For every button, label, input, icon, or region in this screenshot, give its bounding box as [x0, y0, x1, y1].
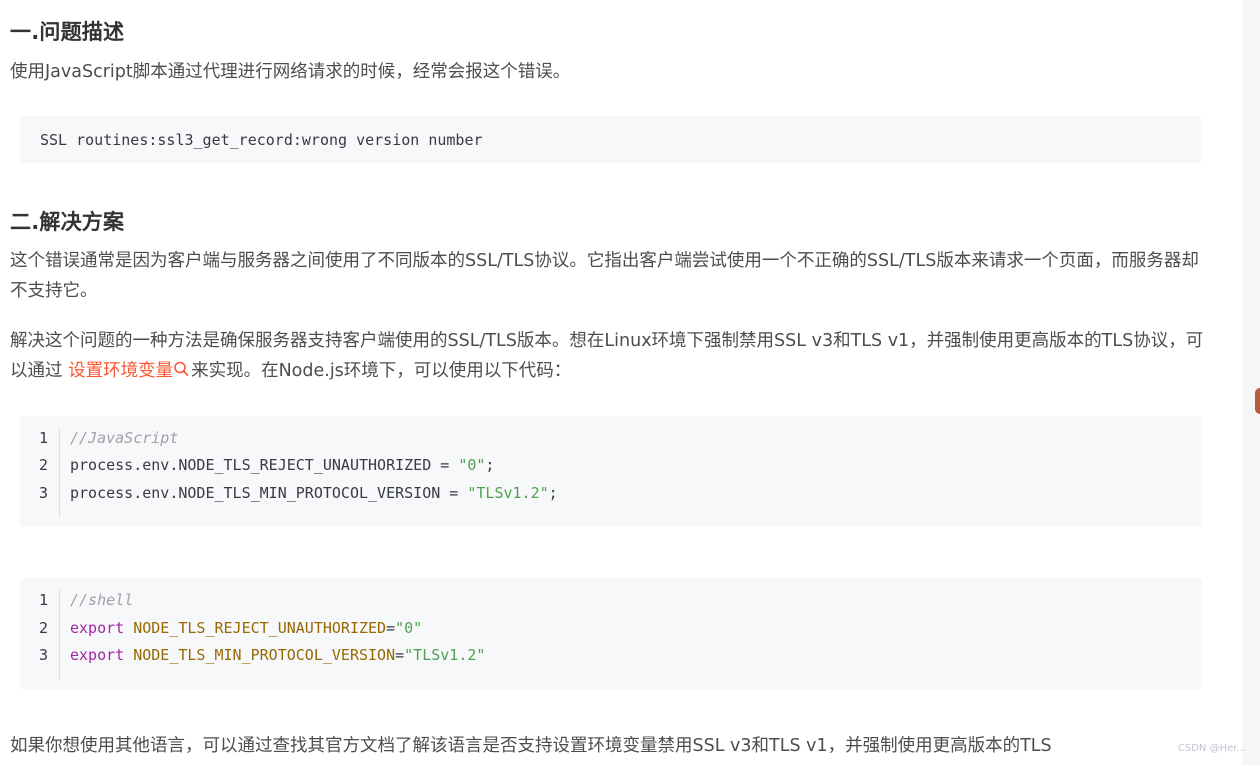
code-statement: process.env.NODE_TLS_MIN_PROTOCOL_VERSIO… [70, 484, 468, 502]
code-line: 3 process.env.NODE_TLS_MIN_PROTOCOL_VERS… [20, 480, 1200, 507]
shell-code-block: 1 //shell 2 export NODE_TLS_REJECT_UNAUT… [20, 578, 1202, 690]
code-line: 2 export NODE_TLS_REJECT_UNAUTHORIZED="0… [20, 615, 1200, 642]
page-right-gutter [1242, 0, 1260, 765]
code-operator: = [395, 646, 405, 664]
code-string: "TLSv1.2" [467, 484, 549, 502]
code-line: 1 //shell [20, 587, 1200, 614]
code-keyword: export [70, 646, 125, 664]
code-variable: NODE_TLS_REJECT_UNAUTHORIZED [133, 619, 387, 637]
error-code-block: SSL routines:ssl3_get_record:wrong versi… [20, 116, 1202, 163]
line-number: 1 [38, 429, 48, 447]
code-line: 1 //JavaScript [20, 425, 1200, 452]
line-number: 3 [38, 484, 48, 502]
env-variable-link-text: 设置环境变量 [68, 361, 174, 381]
heading-problem: 一.问题描述 [10, 20, 125, 44]
code-string: "TLSv1.2" [404, 646, 486, 664]
code-semicolon: ; [485, 456, 495, 474]
code-line: 2 process.env.NODE_TLS_REJECT_UNAUTHORIZ… [20, 452, 1200, 479]
heading-solution: 二.解决方案 [10, 210, 125, 234]
js-code-block: 1 //JavaScript 2 process.env.NODE_TLS_RE… [20, 416, 1202, 527]
code-string: "0" [458, 456, 486, 474]
env-variable-link[interactable]: 设置环境变量 [68, 361, 191, 381]
error-code-text: SSL routines:ssl3_get_record:wrong versi… [40, 131, 483, 149]
code-comment: //shell [70, 591, 134, 609]
line-number: 2 [38, 619, 48, 637]
code-comment: //JavaScript [70, 429, 179, 447]
code-text: process.env.NODE_TLS_REJECT_UNAUTHORIZED… [70, 452, 494, 479]
paragraph-solution-2-end: 来实现。在Node.js环境下，可以使用以下代码： [191, 361, 572, 381]
line-number: 3 [38, 646, 48, 664]
line-number: 2 [38, 456, 48, 474]
paragraph-problem: 使用JavaScript脚本通过代理进行网络请求的时候，经常会报这个错误。 [10, 62, 571, 82]
paragraph-solution-1: 这个错误通常是因为客户端与服务器之间使用了不同版本的SSL/TLS协议。它指出客… [10, 251, 1199, 301]
code-string: "0" [395, 619, 423, 637]
watermark: CSDN @Her... [1177, 743, 1246, 754]
code-operator: = [386, 619, 396, 637]
code-semicolon: ; [548, 484, 558, 502]
code-text: export NODE_TLS_MIN_PROTOCOL_VERSION="TL… [70, 642, 485, 669]
search-icon [173, 357, 191, 376]
code-variable: NODE_TLS_MIN_PROTOCOL_VERSION [133, 646, 396, 664]
floating-sidebar-handle[interactable] [1255, 388, 1260, 414]
paragraph-solution-2: 解决这个问题的一种方法是确保服务器支持客户端使用的SSL/TLS版本。想在Lin… [10, 326, 1215, 386]
code-text: export NODE_TLS_REJECT_UNAUTHORIZED="0" [70, 615, 422, 642]
code-line: 3 export NODE_TLS_MIN_PROTOCOL_VERSION="… [20, 642, 1200, 669]
paragraph-solution-3: 如果你想使用其他语言，可以通过查找其官方文档了解该语言是否支持设置环境变量禁用S… [10, 736, 1052, 756]
code-statement: process.env.NODE_TLS_REJECT_UNAUTHORIZED… [70, 456, 459, 474]
code-keyword: export [70, 619, 125, 637]
code-text: process.env.NODE_TLS_MIN_PROTOCOL_VERSIO… [70, 480, 558, 507]
line-number: 1 [38, 591, 48, 609]
